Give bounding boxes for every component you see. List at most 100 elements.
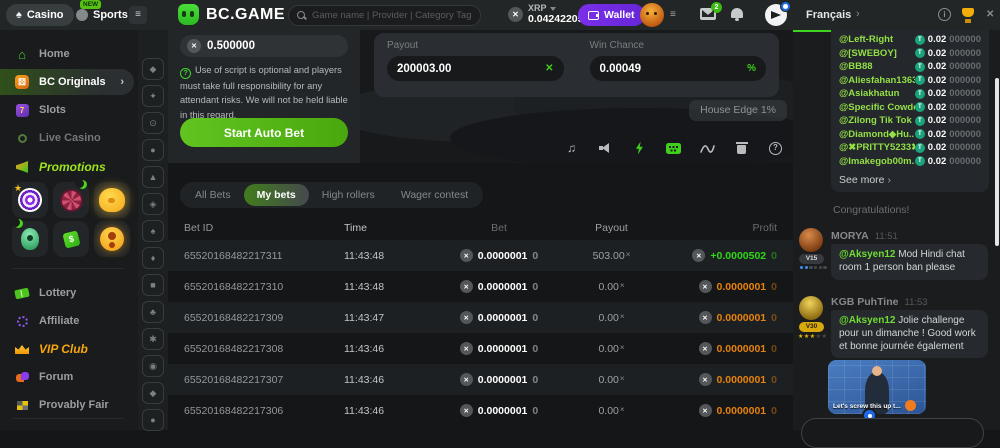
tip-recipient[interactable]: @Zilong Tik TokT0.02000000 [839, 114, 981, 128]
search-input[interactable] [312, 10, 472, 21]
promo-piggy-tile[interactable] [94, 182, 130, 218]
game-shortcut-icon[interactable]: ● [142, 139, 164, 161]
mail-icon[interactable]: 2 [700, 8, 716, 20]
see-more-link[interactable]: See more› [839, 174, 981, 186]
bcgame-logo[interactable]: BC.GAME [178, 4, 285, 25]
sidebar-item-vip-club[interactable]: VIP Club [0, 336, 134, 362]
game-shortcut-icon[interactable]: ◈ [142, 193, 164, 215]
sidebar-item-affiliate[interactable]: Affiliate [0, 308, 134, 334]
table-row[interactable]: 65520168482217311 11:43:48 ✕0.00000010 5… [168, 240, 793, 271]
tip-recipient[interactable]: @✖PRITTY5233✖T0.02000000 [839, 141, 981, 155]
reset-icon[interactable] [734, 141, 749, 155]
sidebar-item-bc-originals[interactable]: ⚄ BC Originals › [0, 69, 134, 95]
table-row[interactable]: 65520168482217307 11:43:46 ✕0.00000010 0… [168, 364, 793, 395]
bet-time: 11:43:48 [344, 281, 434, 293]
language-selector[interactable]: Français [806, 9, 851, 21]
mention-link[interactable]: @Aksyen12 [839, 315, 895, 326]
bet-amount: ✕0.00000010 [434, 404, 564, 417]
tip-recipient[interactable]: @[SWEBOY]T0.02000000 [839, 47, 981, 61]
sports-tab[interactable]: Sports NEW [66, 4, 138, 26]
balance-display[interactable]: ✕ XRP 0.04242205 [508, 3, 583, 25]
chat-gif-attachment[interactable]: Let's screw this up t... [828, 360, 926, 414]
close-icon[interactable]: ✕ [986, 9, 994, 20]
tip-recipient[interactable]: @AsiakhatunT0.02000000 [839, 87, 981, 101]
sidebar-collapse-button[interactable]: ≡ [129, 6, 147, 24]
game-shortcut-icon[interactable]: ◉ [142, 355, 164, 377]
sports-tab-label: Sports [93, 9, 128, 21]
game-shortcut-icon[interactable]: ♠ [142, 220, 164, 242]
promo-wheel-tile[interactable] [53, 182, 89, 218]
game-shortcut-icon[interactable]: ✱ [142, 328, 164, 350]
token-coin-icon: T [915, 48, 925, 58]
sidebar-item-provably-fair[interactable]: Provably Fair [0, 392, 134, 418]
music-icon[interactable]: ♫ [564, 141, 579, 155]
tip-recipient[interactable]: @Aliesfahan1363T0.02000000 [839, 74, 981, 88]
game-shortcut-icon[interactable]: ♣ [142, 301, 164, 323]
main-content: ✕ 0.500000 ?Use of script is optional an… [168, 30, 793, 430]
provably-fair-icon [17, 401, 28, 410]
tab-all-bets[interactable]: All Bets [182, 184, 244, 206]
turbo-bolt-icon[interactable] [632, 141, 647, 155]
game-shortcut-icon[interactable]: ▲ [142, 166, 164, 188]
game-shortcut-icon[interactable]: ✦ [142, 85, 164, 107]
sidebar-item-live-casino[interactable]: Live Casino [0, 125, 134, 151]
token-coin-icon: T [915, 75, 925, 85]
sidebar-item-home[interactable]: ⌂ Home [0, 41, 134, 67]
trophy-icon[interactable] [962, 8, 974, 17]
bet-slip-icon[interactable]: ≡ [670, 9, 682, 21]
game-shortcut-icon[interactable]: ● [142, 409, 164, 431]
tab-wager-contest[interactable]: Wager contest [388, 184, 481, 206]
tab-high-rollers[interactable]: High rollers [309, 184, 388, 206]
tip-recipient[interactable]: @Diamond◆Hu..T0.02000000 [839, 128, 981, 142]
info-icon[interactable]: i [938, 8, 951, 21]
bell-icon[interactable] [731, 8, 743, 18]
emoji-reaction-badge[interactable] [905, 400, 916, 411]
tip-recipient[interactable]: @Left-RightT0.02000000 [839, 33, 981, 47]
promo-spin-tile[interactable] [12, 182, 48, 218]
chat-toggle-icon[interactable] [765, 4, 787, 26]
hotkeys-icon[interactable] [666, 141, 681, 155]
sidebar-item-slots[interactable]: 7 Slots [0, 97, 134, 123]
chat-avatar[interactable] [799, 228, 823, 252]
sidebar-item-label: Live Casino [39, 132, 101, 144]
game-shortcut-icon[interactable]: ■ [142, 274, 164, 296]
game-shortcut-icon[interactable]: ◆ [142, 382, 164, 404]
chat-avatar[interactable] [799, 296, 823, 320]
game-shortcut-icon[interactable]: ◆ [142, 58, 164, 80]
wallet-button[interactable]: Wallet [578, 4, 645, 26]
sidebar-item-promotions[interactable]: Promotions [0, 154, 134, 180]
game-search[interactable] [288, 5, 481, 26]
chat-scrollbar[interactable] [995, 78, 999, 246]
start-auto-bet-button[interactable]: Start Auto Bet [180, 118, 348, 147]
chat-panel: @Left-RightT0.02000000 @[SWEBOY]T0.02000… [793, 30, 1000, 430]
vip-level-badge: V30 [799, 322, 824, 332]
bet-amount-input[interactable]: ✕ 0.500000 [180, 35, 348, 57]
chat-username[interactable]: KGB PuhTine11:53 [831, 296, 928, 308]
help-icon[interactable]: ? [768, 141, 783, 155]
tab-my-bets[interactable]: My bets [244, 184, 309, 206]
promo-bonus-tile[interactable] [94, 221, 130, 257]
user-avatar[interactable] [640, 3, 664, 27]
sidebar-item-lottery[interactable]: Lottery [0, 280, 134, 306]
tip-recipient[interactable]: @Specific CowdenT0.02000000 [839, 101, 981, 115]
tip-recipient[interactable]: @Imakegob00m...T0.02000000 [839, 155, 981, 169]
trends-icon[interactable] [700, 141, 715, 155]
tip-recipient[interactable]: @BB88T0.02000000 [839, 60, 981, 74]
table-row[interactable]: 65520168482217306 11:43:46 ✕0.00000010 0… [168, 395, 793, 426]
promo-rocket-tile[interactable] [12, 221, 48, 257]
sidebar-item-forum[interactable]: Forum [0, 364, 134, 390]
chat-username[interactable]: MORYA11:51 [831, 230, 898, 242]
win-chance-input[interactable]: 0.00049 % [590, 56, 767, 81]
game-shortcut-icon[interactable]: ♦ [142, 247, 164, 269]
table-row[interactable]: 65520168482217309 11:43:47 ✕0.00000010 0… [168, 302, 793, 333]
table-row[interactable]: 65520168482217308 11:43:46 ✕0.00000010 0… [168, 333, 793, 364]
bet-id: 65520168482217306 [184, 405, 344, 417]
chat-message-input[interactable] [801, 418, 984, 448]
payout-input[interactable]: 200003.00 ✕ [387, 56, 564, 81]
sound-icon[interactable] [598, 141, 613, 155]
promo-deals-tile[interactable]: $ [53, 221, 89, 257]
table-row[interactable]: 65520168482217310 11:43:48 ✕0.00000010 0… [168, 271, 793, 302]
game-shortcut-icon[interactable]: ⊙ [142, 112, 164, 134]
casino-tab[interactable]: ♠ Casino [6, 4, 74, 26]
mention-link[interactable]: @Aksyen12 [839, 249, 895, 260]
